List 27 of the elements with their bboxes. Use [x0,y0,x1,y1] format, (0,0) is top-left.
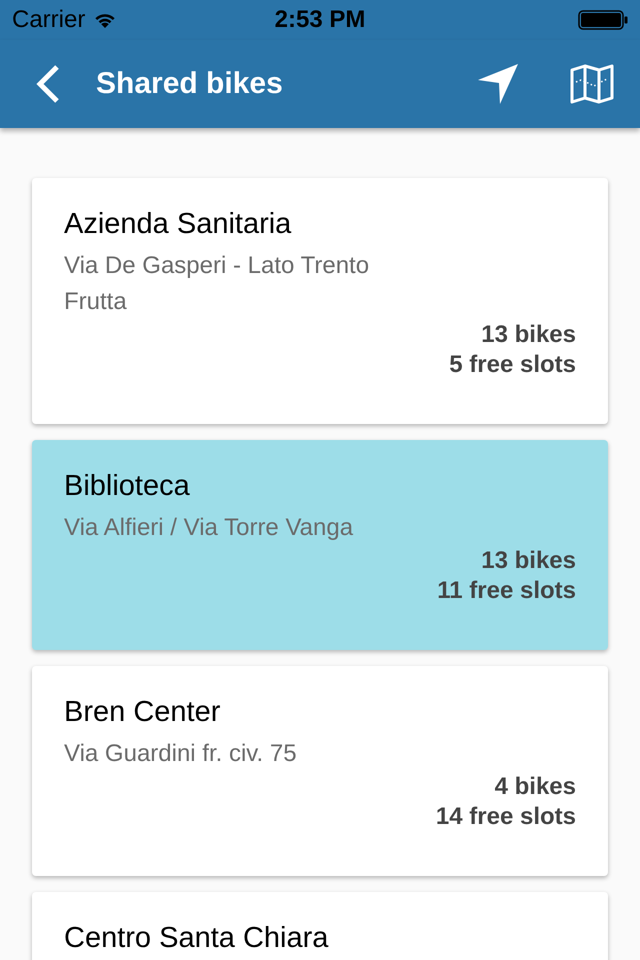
bike-count: 13 bikes [481,320,576,350]
free-slots-count: 5 free slots [449,350,576,380]
station-card[interactable]: Bren Center Via Guardini fr. civ. 75 4 bikes 14 free slots [32,666,608,876]
station-name: Centro Santa Chiara [64,921,328,956]
station-address: Via Alfieri / Via Torre Vanga [64,513,354,543]
bike-count: 13 bikes [481,546,576,576]
carrier-label: Carrier [12,8,86,32]
back-chevron-icon [35,64,61,104]
station-card[interactable]: Centro Santa Chiara [32,892,608,960]
station-card[interactable]: Azienda Sanitaria Via De Gasperi - Lato Trento Frutta 13 bikes 5 free slots [32,178,608,424]
status-time: 2:53 PM [274,8,366,32]
bike-count: 4 bikes [494,772,576,802]
navigation-arrow-icon [477,63,519,105]
battery-icon [578,10,628,30]
station-address: Via De Gasperi - Lato Trento Frutta [64,251,370,317]
map-button[interactable] [570,62,614,106]
free-slots-count: 11 free slots [437,576,576,606]
station-address: Via Guardini fr. civ. 75 [64,739,297,769]
station-name: Biblioteca [64,469,190,504]
station-name: Azienda Sanitaria [64,207,292,242]
station-name: Bren Center [64,695,220,730]
station-card[interactable]: Biblioteca Via Alfieri / Via Torre Vanga 13 bikes 11 free slots [32,440,608,650]
location-button[interactable] [476,62,520,106]
page-title: Shared bikes [96,69,284,99]
back-button[interactable] [34,64,62,104]
free-slots-count: 14 free slots [436,802,576,832]
map-icon [570,64,614,104]
